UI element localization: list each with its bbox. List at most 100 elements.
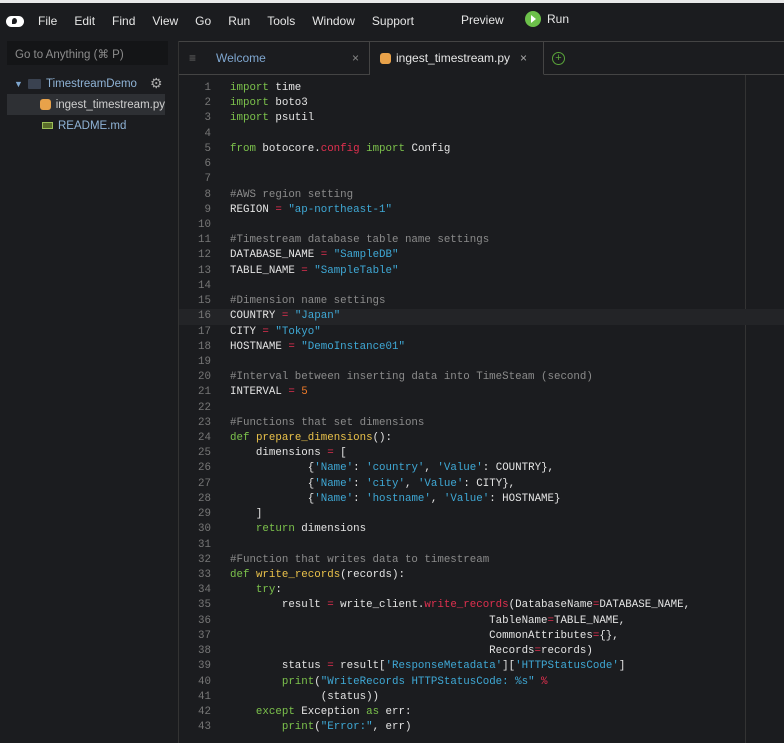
line-number: 32 [198,553,211,566]
menu-go[interactable]: Go [195,14,211,28]
line-number: 16 [198,310,211,323]
code-line: 26 {'Name': 'country', 'Value': COUNTRY}… [179,461,784,476]
code-token: : COUNTRY}, [482,462,555,475]
file-label: ingest_timestream.py [55,98,165,111]
code-token: def [230,432,250,445]
code-line: 39 status = result['ResponseMetadata']['… [179,659,784,674]
folder-timestreamdemo[interactable]: ▼ TimestreamDemo [0,73,172,94]
code-token: 'Value' [443,492,490,505]
code-token: as [366,705,380,718]
menu-window[interactable]: Window [312,14,355,28]
menu-run[interactable]: Run [228,14,250,28]
line-number: 20 [198,371,211,384]
code-line: 16 COUNTRY = "Japan" [179,309,784,325]
code-editor[interactable]: 1 import time 2 import boto3 3 import psutil 4… [179,81,784,735]
code-token: "Japan" [294,310,341,323]
play-icon [525,11,541,27]
editor-pane: ≡ Welcome × ingest_timestream.py × + 1 impor… [178,41,784,743]
run-button[interactable]: Run [525,11,569,27]
python-file-icon [40,99,51,110]
line-number: 37 [198,629,211,642]
code-token: "WriteRecords HTTPStatusCode: %s" [320,675,535,688]
code-token: #AWS region setting [230,188,354,201]
menu-file[interactable]: File [38,14,57,28]
menu-find[interactable]: Find [112,14,135,28]
line-number: 7 [204,173,211,186]
code-token: psutil [268,112,315,125]
code-token: def [230,569,250,581]
line-number: 29 [198,508,211,521]
code-token: prepare_dimensions [255,432,373,445]
run-label: Run [547,12,570,26]
code-line: 21 INTERVAL = 5 [179,385,784,400]
code-token: dimensions [230,447,328,460]
cloud9-logo-icon[interactable] [4,13,26,29]
new-tab-plus-icon[interactable]: + [552,52,565,65]
code-line: 43 print("Error:", err) [179,720,784,735]
menu-view[interactable]: View [152,14,178,28]
code-token: dimensions [294,523,367,536]
code-line: 13 TABLE_NAME = "SampleTable" [179,264,784,279]
code-line: 4 [179,127,784,142]
menu-tools[interactable]: Tools [267,14,295,28]
file-ingest-timestream[interactable]: ingest_timestream.py [7,94,165,115]
code-token: err: [379,705,412,718]
menu-support[interactable]: Support [372,14,414,28]
code-token: 'Value' [437,462,483,475]
line-number: 23 [198,416,211,429]
code-line: 5 from botocore. config import Config [179,142,784,157]
code-token: , [424,462,438,475]
code-token: INTERVAL [230,386,289,399]
line-number: 39 [198,660,211,673]
code-line: 28 {'Name': 'hostname', 'Value': HOSTNAM… [179,492,784,507]
code-token: (status)) [230,690,380,703]
line-number: 3 [204,112,211,125]
code-token: print [281,721,315,734]
line-number: 33 [198,569,211,581]
code-token: 'Name' [314,492,354,505]
menu-edit[interactable]: Edit [74,14,95,28]
code-token: records) [541,645,593,658]
code-token: (DatabaseName [508,599,593,612]
code-token: % [541,675,548,688]
line-number: 10 [198,218,211,231]
line-number: 18 [198,340,211,353]
code-token: HOSTNAME [230,340,289,353]
code-token: DATABASE_NAME [230,249,321,262]
code-line: 1 import time [179,81,784,96]
close-icon[interactable]: × [520,51,527,65]
code-token: (records): [340,569,405,581]
menu-icon[interactable]: ≡ [189,51,196,65]
code-line: 9 REGION = "ap-northeast-1" [179,203,784,218]
line-number: 15 [198,295,211,308]
line-number: 5 [204,142,211,155]
code-token: time [268,82,302,94]
file-tree: ▼ TimestreamDemo ingest_timestream.py REA… [0,73,172,136]
chevron-down-icon[interactable]: ▼ [14,79,28,89]
code-line: 2 import boto3 [179,96,784,111]
code-line: 41 (status)) [179,690,784,705]
code-line: 11 #Timestream database table name settin… [179,233,784,248]
code-token: { [230,492,315,505]
code-token: write_client. [333,599,425,612]
line-number: 17 [198,325,211,338]
code-line: 36 TableName = TABLE_NAME, [179,614,784,629]
line-number: 43 [198,721,211,734]
line-number: 9 [204,203,211,216]
code-token: , err) [372,721,412,734]
code-token: { [230,477,315,490]
tab-welcome[interactable]: ≡ Welcome × [179,42,370,74]
preview-button[interactable]: Preview [461,13,504,27]
code-token: TABLE_NAME [230,264,302,277]
code-line: 17 CITY = "Tokyo" [179,325,784,340]
close-icon[interactable]: × [352,51,359,65]
code-line: 34 try: [179,583,784,598]
file-readme[interactable]: README.md [0,115,172,136]
code-line: 31 [179,538,784,553]
go-to-anything-input[interactable]: Go to Anything (⌘ P) [7,41,168,65]
tab-ingest-timestream[interactable]: ingest_timestream.py × [370,42,544,75]
code-token: , [404,477,418,490]
code-token: : [353,462,367,475]
